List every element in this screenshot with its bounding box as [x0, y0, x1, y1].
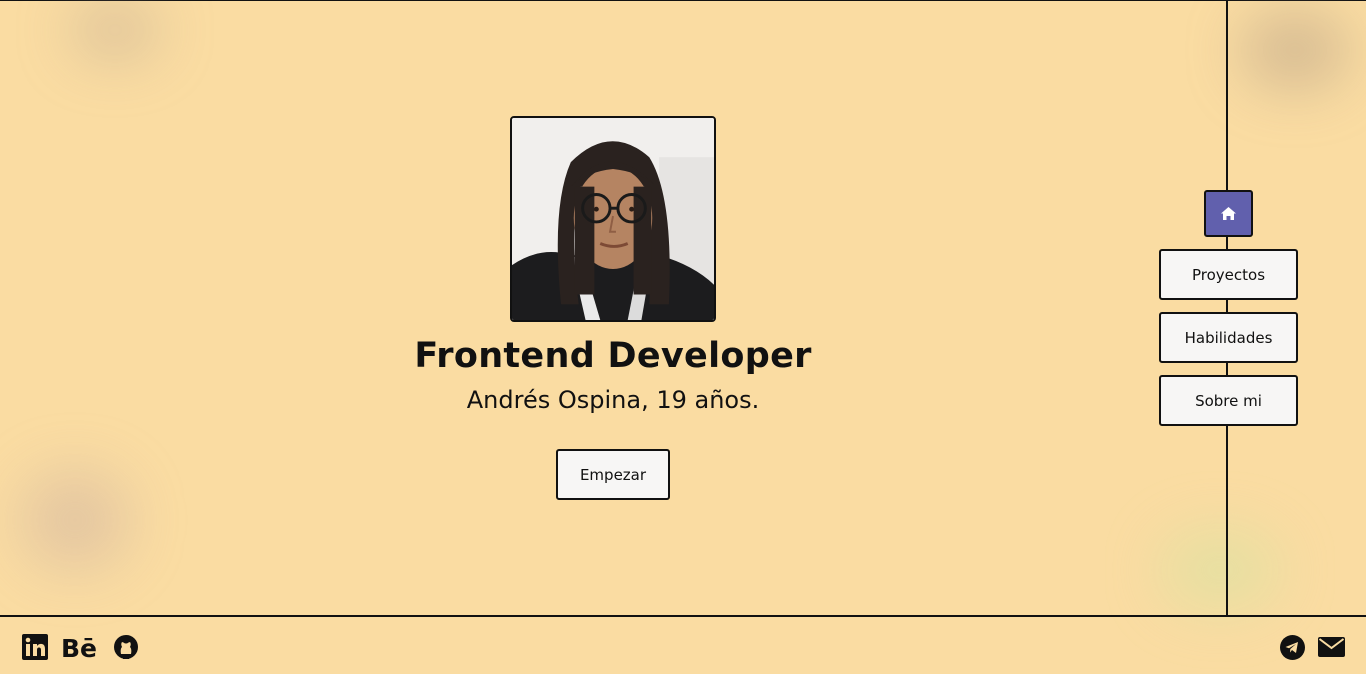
profile-photo: [510, 116, 716, 322]
home-button[interactable]: [1204, 190, 1253, 237]
profile-photo-illustration: [512, 118, 714, 320]
hero-section: Frontend Developer Andrés Ospina, 19 año…: [0, 0, 1226, 615]
linkedin-icon[interactable]: [22, 634, 48, 660]
mail-icon[interactable]: [1318, 634, 1345, 660]
behance-icon[interactable]: Bē: [61, 634, 101, 660]
decorative-blob: [1240, 10, 1350, 90]
home-icon: [1221, 207, 1236, 220]
nav-timeline-line: [1226, 0, 1228, 616]
start-button[interactable]: Empezar: [556, 449, 670, 500]
page-title: Frontend Developer: [414, 336, 812, 376]
nav-item-habilidades[interactable]: Habilidades: [1159, 312, 1298, 363]
footer-divider: [0, 615, 1366, 617]
github-icon[interactable]: [113, 634, 139, 660]
telegram-icon[interactable]: [1280, 634, 1305, 660]
page-subtitle: Andrés Ospina, 19 años.: [466, 386, 760, 414]
svg-text:Bē: Bē: [61, 634, 97, 660]
nav-item-sobre-mi[interactable]: Sobre mi: [1159, 375, 1298, 426]
nav-item-proyectos[interactable]: Proyectos: [1159, 249, 1298, 300]
